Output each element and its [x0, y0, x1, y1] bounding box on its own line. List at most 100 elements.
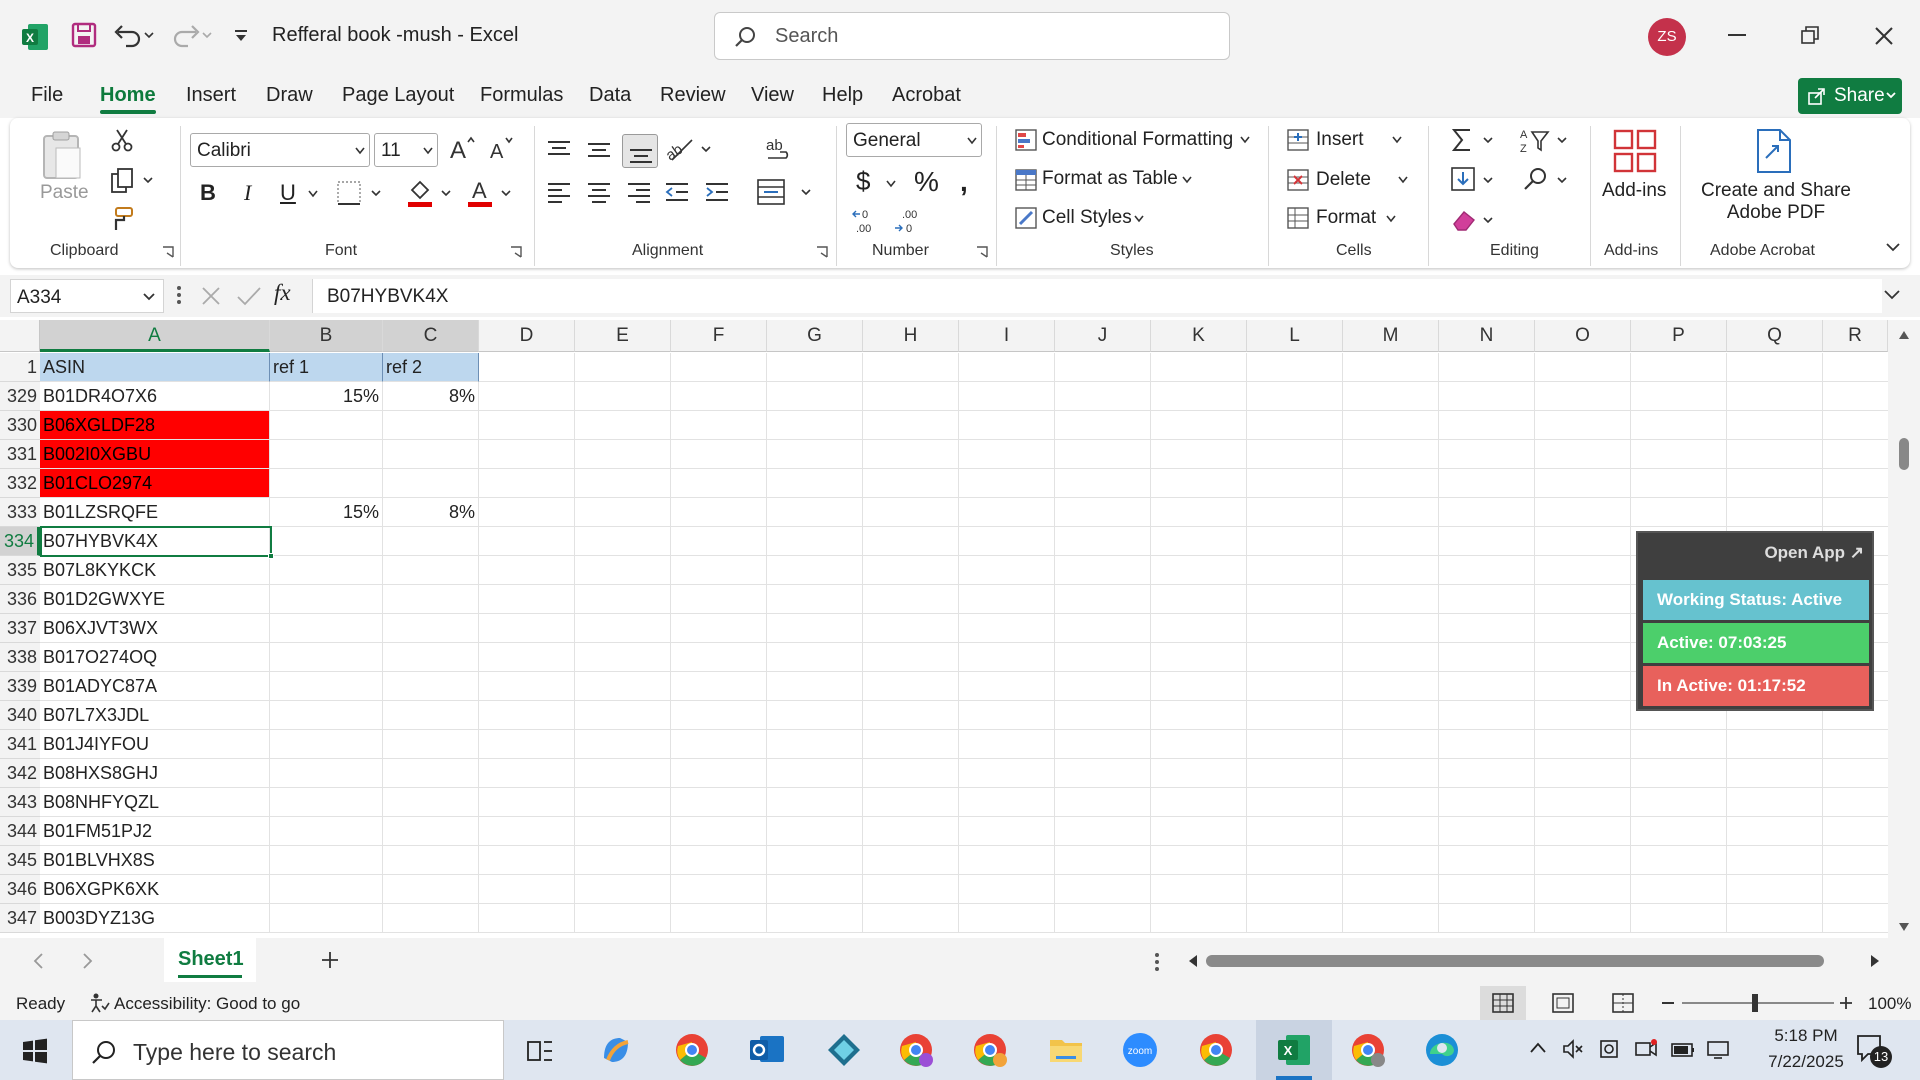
cell[interactable]: B002I0XGBU — [40, 440, 270, 469]
empty-cells[interactable] — [479, 875, 1888, 904]
fill-handle[interactable] — [268, 553, 274, 559]
chrome-profile-icon[interactable] — [972, 1032, 1008, 1068]
cell[interactable] — [383, 875, 479, 904]
cell[interactable] — [383, 556, 479, 585]
column-header-n[interactable]: N — [1439, 320, 1535, 352]
show-hidden-icons-icon[interactable] — [1530, 1042, 1546, 1054]
taskbar-search-box[interactable]: Type here to search — [72, 1020, 504, 1080]
copy-icon[interactable] — [110, 168, 154, 194]
decrease-font-icon[interactable]: A — [488, 134, 516, 162]
share-button[interactable]: Share — [1798, 78, 1902, 114]
column-header-f[interactable]: F — [671, 320, 767, 352]
cell[interactable] — [270, 527, 383, 556]
column-header-k[interactable]: K — [1151, 320, 1247, 352]
chrome-icon[interactable] — [1198, 1032, 1234, 1068]
cell[interactable] — [270, 846, 383, 875]
collapse-ribbon-icon[interactable] — [1886, 242, 1900, 252]
cell[interactable]: 8% — [383, 382, 479, 411]
cell[interactable] — [383, 730, 479, 759]
increase-decimal-icon[interactable]: 0.00 — [852, 206, 886, 234]
conditional-formatting-icon[interactable] — [1014, 128, 1038, 152]
cell[interactable] — [383, 788, 479, 817]
cell[interactable] — [383, 411, 479, 440]
edge-icon[interactable] — [1424, 1032, 1460, 1068]
row-header[interactable]: 337 — [0, 614, 40, 643]
empty-cells[interactable] — [479, 788, 1888, 817]
scroll-up-icon[interactable] — [1898, 330, 1910, 340]
tab-review[interactable]: Review — [660, 84, 726, 107]
cell[interactable] — [270, 875, 383, 904]
tab-formulas[interactable]: Formulas — [480, 84, 563, 107]
cell[interactable] — [270, 440, 383, 469]
zoom-out-icon[interactable] — [1662, 1002, 1674, 1004]
cell[interactable]: B003DYZ13G — [40, 904, 270, 933]
row-header[interactable]: 344 — [0, 817, 40, 846]
select-all-corner[interactable] — [0, 320, 40, 352]
cell[interactable] — [270, 614, 383, 643]
row-header[interactable]: 345 — [0, 846, 40, 875]
cell[interactable]: B01DR4O7X6 — [40, 382, 270, 411]
cell[interactable] — [383, 846, 479, 875]
chevron-down-icon[interactable] — [1392, 136, 1402, 144]
zoom-in-icon[interactable] — [1838, 995, 1854, 1011]
fill-color-icon[interactable] — [406, 176, 456, 208]
row-header[interactable]: 343 — [0, 788, 40, 817]
cell[interactable]: B01J4IYFOU — [40, 730, 270, 759]
row-header[interactable]: 332 — [0, 469, 40, 498]
network-icon[interactable] — [1706, 1038, 1732, 1060]
more-options-icon[interactable] — [176, 285, 182, 305]
align-bottom-icon[interactable] — [622, 134, 658, 168]
redo-icon[interactable] — [170, 22, 214, 48]
underline-icon[interactable]: U — [280, 180, 296, 206]
empty-cells[interactable] — [479, 759, 1888, 788]
zoom-app-icon[interactable]: zoom — [1122, 1032, 1158, 1068]
acrobat-line1[interactable]: Create and Share — [1696, 180, 1856, 202]
cell[interactable]: B01BLVHX8S — [40, 846, 270, 875]
align-middle-icon[interactable] — [586, 138, 612, 162]
tab-home[interactable]: Home — [100, 84, 156, 107]
empty-cells[interactable] — [479, 498, 1888, 527]
align-left-icon[interactable] — [546, 180, 572, 204]
cell[interactable] — [270, 469, 383, 498]
cell[interactable]: B06XGLDF28 — [40, 411, 270, 440]
cell[interactable]: B01FM51PJ2 — [40, 817, 270, 846]
column-header-o[interactable]: O — [1535, 320, 1631, 352]
mute-icon[interactable] — [1562, 1038, 1584, 1060]
add-sheet-icon[interactable] — [320, 950, 340, 970]
cell[interactable] — [383, 701, 479, 730]
column-header-b[interactable]: B — [270, 320, 383, 352]
zoom-level[interactable]: 100% — [1868, 994, 1911, 1014]
increase-font-icon[interactable]: A — [448, 134, 476, 162]
cell[interactable] — [383, 817, 479, 846]
tab-draw[interactable]: Draw — [266, 84, 313, 107]
align-right-icon[interactable] — [626, 180, 652, 204]
spreadsheet-grid[interactable]: ABCDEFGHIJKLMNOPQR 1 ASIN ref 1 ref 2 329 B01… — [0, 320, 1920, 938]
cell[interactable] — [270, 585, 383, 614]
format-as-table-label[interactable]: Format as Table — [1042, 168, 1178, 190]
chrome-profile-icon[interactable] — [1350, 1032, 1386, 1068]
empty-cells[interactable] — [479, 730, 1888, 759]
orientation-icon[interactable]: ab — [664, 134, 714, 164]
sheet-tab-sheet1[interactable]: Sheet1 — [164, 938, 256, 982]
acrobat-line2[interactable]: Adobe PDF — [1696, 202, 1856, 224]
app-icon[interactable] — [826, 1032, 862, 1068]
customize-toolbar-icon[interactable] — [232, 28, 250, 44]
tab-help[interactable]: Help — [822, 84, 863, 107]
paste-icon[interactable] — [40, 130, 84, 184]
row-header[interactable]: 335 — [0, 556, 40, 585]
number-format-select[interactable]: General — [846, 123, 982, 157]
add-ins-label[interactable]: Add-ins — [1602, 180, 1666, 202]
row-header[interactable]: 346 — [0, 875, 40, 904]
currency-icon[interactable]: $ — [856, 166, 870, 197]
decrease-decimal-icon[interactable]: .00 0 — [894, 206, 928, 234]
normal-view-icon[interactable] — [1480, 986, 1526, 1020]
cell[interactable] — [383, 440, 479, 469]
paste-label[interactable]: Paste — [40, 182, 89, 204]
accessibility-status[interactable]: Accessibility: Good to go — [114, 994, 300, 1014]
cell[interactable] — [383, 585, 479, 614]
column-header-q[interactable]: Q — [1727, 320, 1823, 352]
taskbar-time[interactable]: 5:18 PM — [1756, 1026, 1856, 1046]
italic-icon[interactable]: I — [244, 180, 251, 206]
vertical-scrollbar[interactable] — [1888, 320, 1920, 938]
decrease-indent-icon[interactable] — [664, 180, 690, 204]
